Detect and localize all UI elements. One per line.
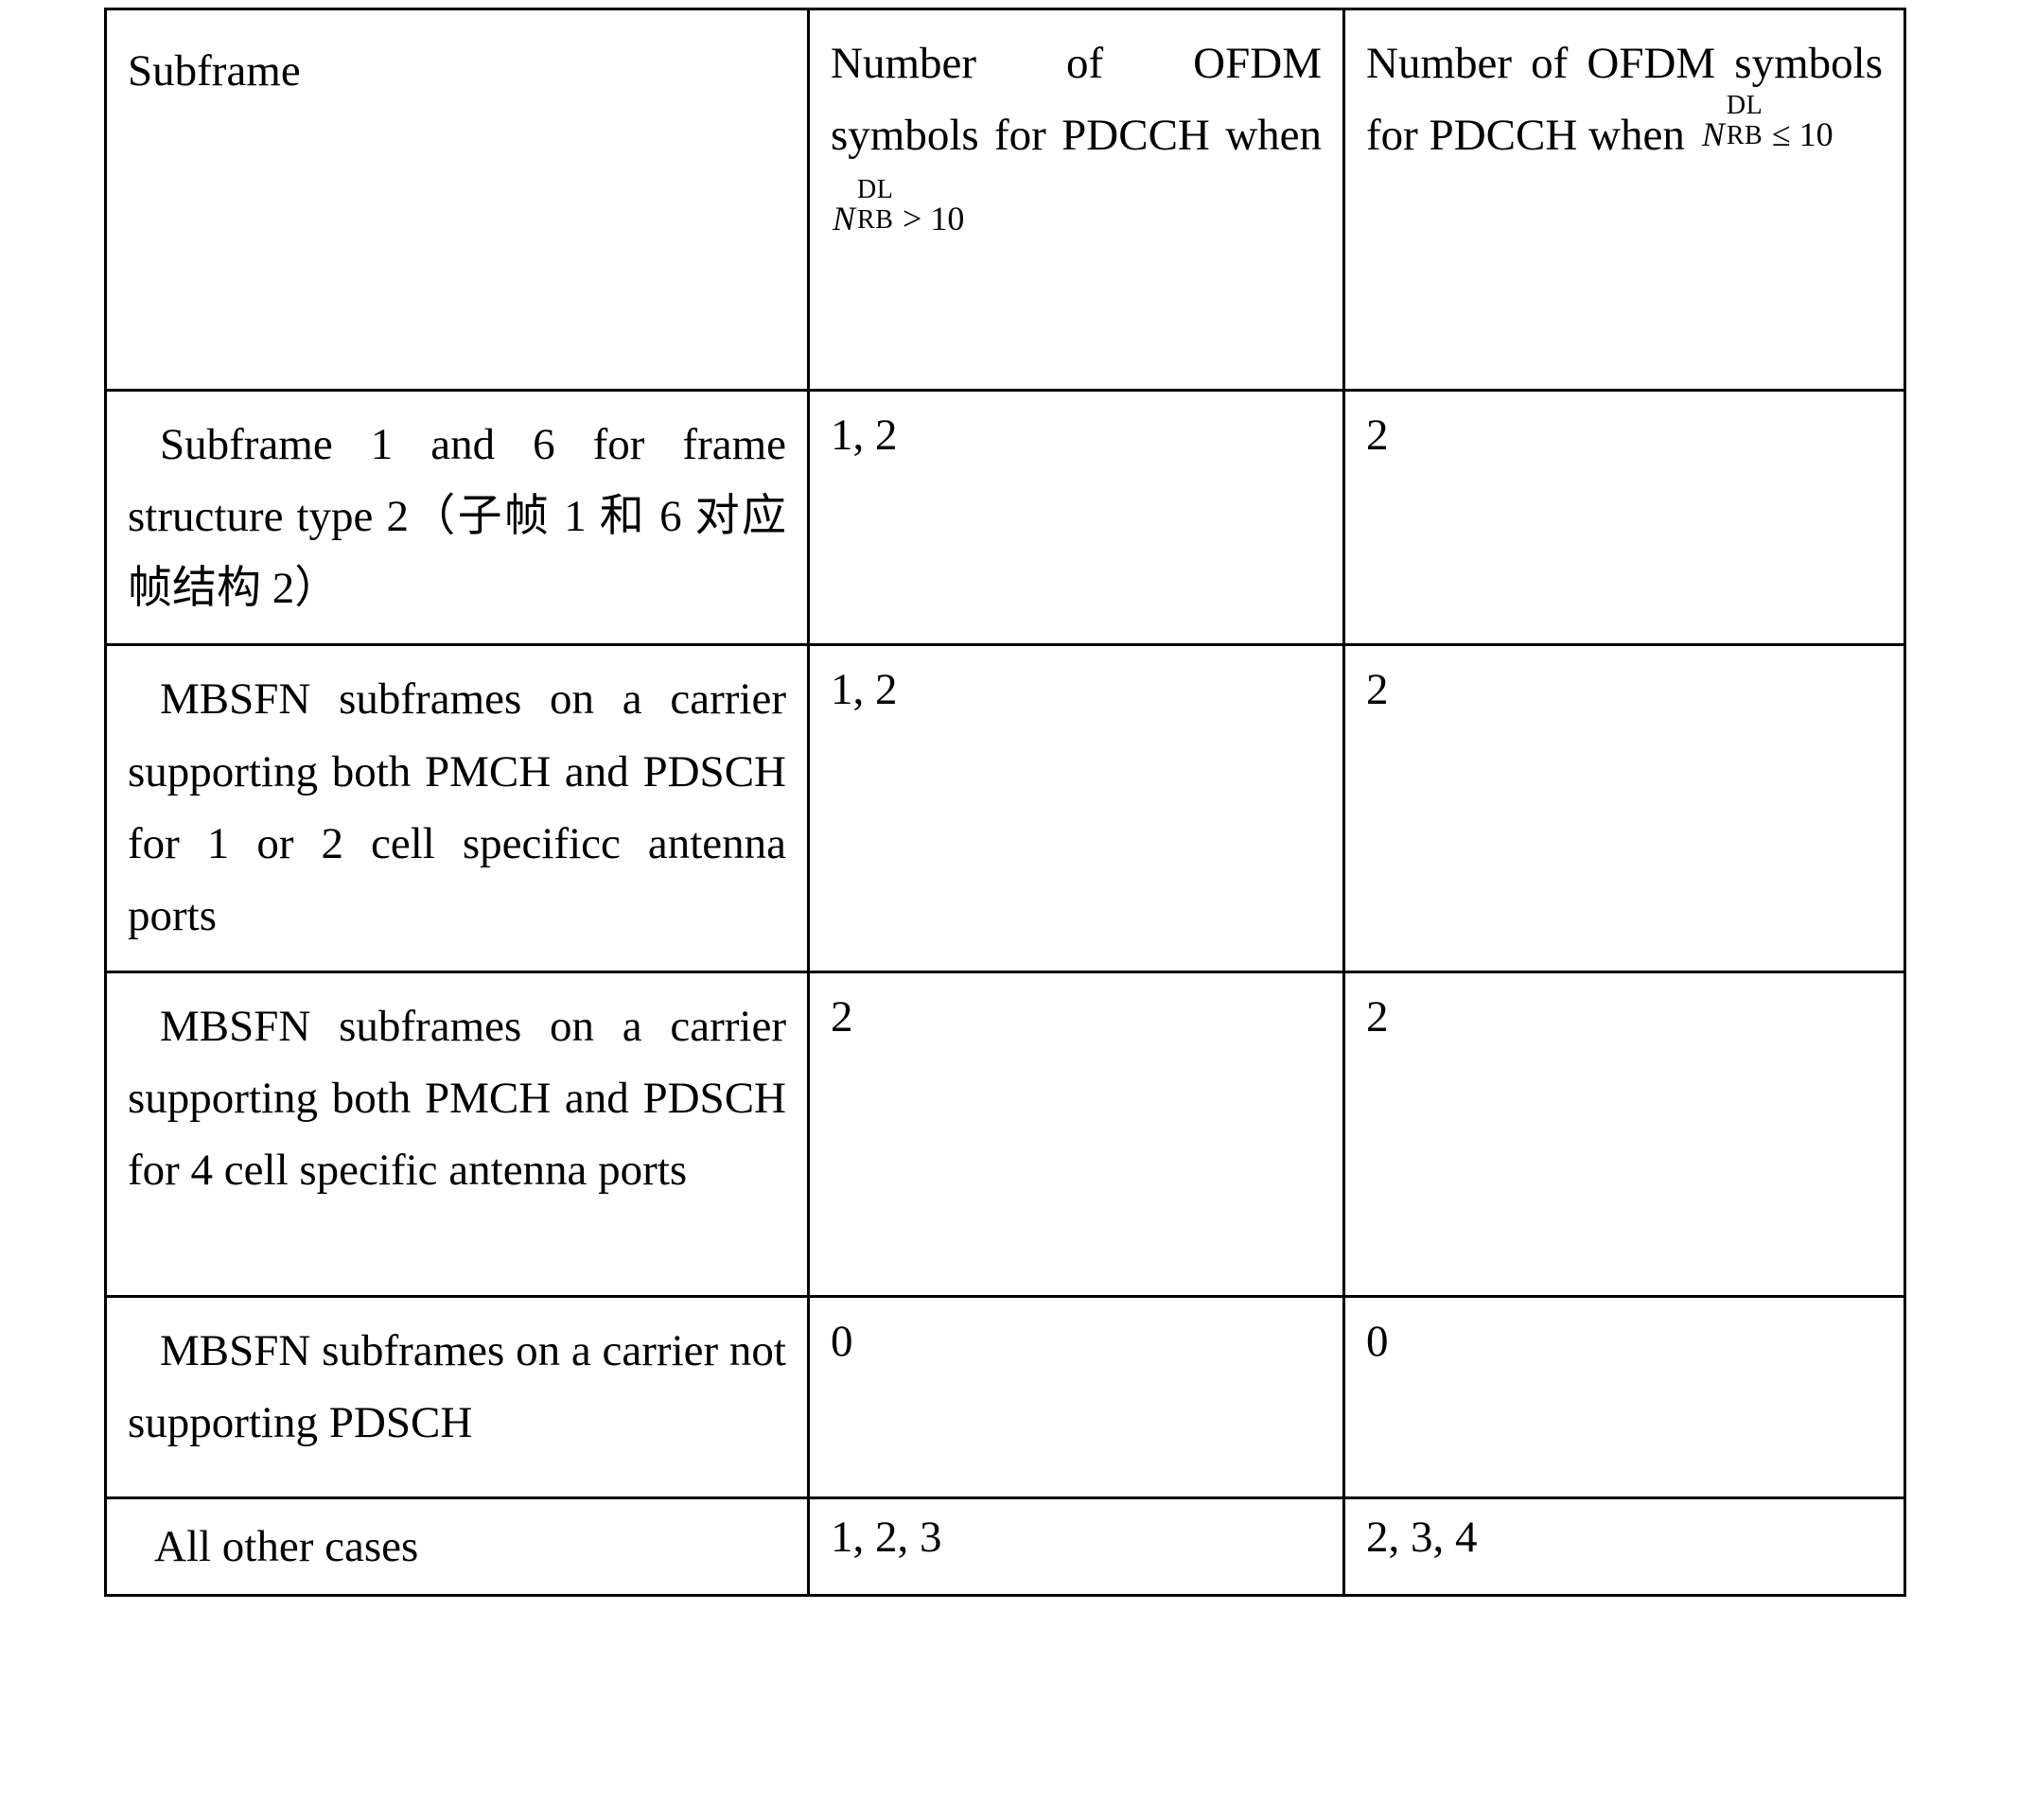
table-row: All other cases 1, 2, 3 2, 3, 4 (104, 1496, 1906, 1598)
row-cell-subframe: MBSFN subframes on a carrier not support… (104, 1294, 810, 1499)
row-cell-le10: 0 (1342, 1294, 1906, 1499)
header-math-le10: N DL RB ≤ 10 (1701, 93, 1833, 162)
row-subframe-text: MBSFN subframes on a carrier not support… (128, 1325, 786, 1447)
row-subframe-text: MBSFN subframes on a carrier supporting … (128, 1001, 786, 1196)
math-superscript-dl: DL (1726, 91, 1763, 121)
math-subsup: DL RB (1725, 93, 1766, 151)
math-subscript-rb: RB (1726, 121, 1763, 151)
pdcch-ofdm-symbols-table: Subframe Number of OFDM symbols for PDCC… (104, 8, 1906, 1598)
math-relation-gt10: > 10 (903, 200, 965, 238)
row-value-le10: 2 (1366, 665, 1389, 715)
row-value-gt10: 0 (831, 1316, 853, 1366)
row-value-gt10: 1, 2, 3 (831, 1512, 942, 1562)
math-relation-le10: ≤ 10 (1771, 115, 1833, 154)
row-cell-le10: 2 (1342, 970, 1906, 1298)
row-cell-subframe: All other cases (104, 1496, 810, 1598)
table-row: MBSFN subframes on a carrier supporting … (104, 643, 1906, 973)
header-label-le10-text: Number of OFDM symbols for PDCCH when N DL… (1366, 27, 1883, 171)
header-cell-gt10: Number of OFDM symbols for PDCCH when ND… (807, 8, 1345, 392)
table-row: Subframe 1 and 6 for frame structure typ… (104, 388, 1906, 647)
table-row: MBSFN subframes on a carrier supporting … (104, 970, 1906, 1298)
row-value-le10: 0 (1366, 1316, 1389, 1366)
header-label-gt10-text: Number of OFDM symbols for PDCCH when (831, 39, 1322, 161)
row-cell-gt10: 2 (807, 970, 1345, 1298)
math-variable-n: N (1701, 115, 1725, 154)
row-value-gt10: 1, 2 (831, 665, 898, 715)
header-label-subframe: Subframe (128, 46, 301, 96)
math-superscript-dl: DL (857, 175, 894, 205)
row-value-le10: 2 (1366, 991, 1389, 1041)
row-subframe-text: Subframe 1 and 6 for frame structure typ… (128, 420, 786, 614)
row-subframe-text: MBSFN subframes on a carrier supporting … (128, 674, 786, 940)
row-cell-subframe: MBSFN subframes on a carrier supporting … (104, 643, 810, 973)
math-subsup: DL RB (855, 177, 897, 234)
row-cell-gt10: 1, 2, 3 (807, 1496, 1345, 1598)
row-cell-gt10: 1, 2 (807, 643, 1345, 973)
row-cell-gt10: 1, 2 (807, 388, 1345, 647)
row-cell-subframe: Subframe 1 and 6 for frame structure typ… (104, 388, 810, 647)
table-header-row: Subframe Number of OFDM symbols for PDCC… (104, 8, 1906, 392)
row-cell-le10: 2 (1342, 643, 1906, 973)
header-math-gt10: N DL RB > 10 (833, 177, 965, 249)
header-cell-subframe: Subframe (104, 8, 810, 392)
row-cell-gt10: 0 (807, 1294, 1345, 1499)
document-page: Subframe Number of OFDM symbols for PDCC… (0, 0, 2035, 1820)
row-cell-le10: 2 (1342, 388, 1906, 647)
row-cell-subframe: MBSFN subframes on a carrier supporting … (104, 970, 810, 1298)
row-value-gt10: 1, 2 (831, 411, 898, 460)
math-subscript-rb: RB (857, 205, 894, 236)
row-subframe-text: All other cases (154, 1521, 419, 1571)
row-value-le10: 2, 3, 4 (1366, 1512, 1478, 1562)
row-value-le10: 2 (1366, 411, 1389, 460)
table-row: MBSFN subframes on a carrier not support… (104, 1294, 1906, 1499)
row-value-gt10: 2 (831, 991, 853, 1041)
math-variable-n: N (833, 200, 856, 238)
header-cell-le10: Number of OFDM symbols for PDCCH when N DL… (1342, 8, 1906, 392)
row-cell-le10: 2, 3, 4 (1342, 1496, 1906, 1598)
